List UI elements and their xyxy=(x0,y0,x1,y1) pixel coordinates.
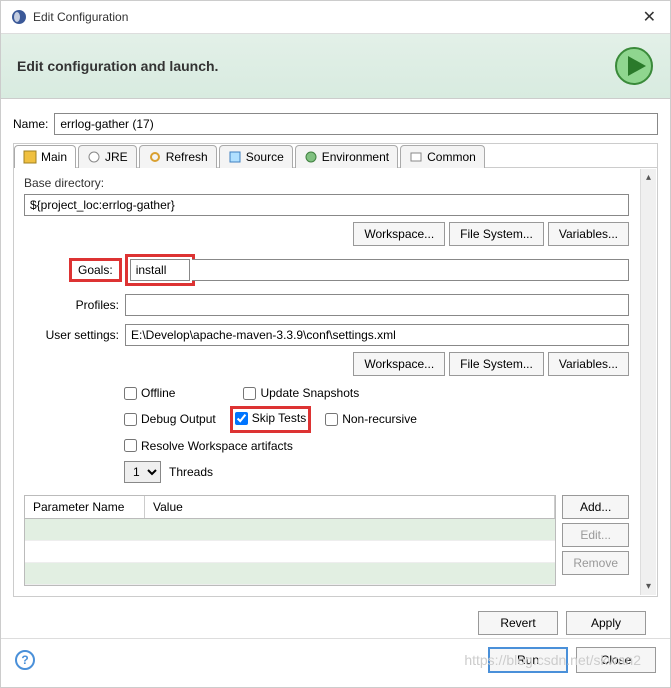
edit-button: Edit... xyxy=(562,523,629,547)
parameters-table: Parameter Name Value xyxy=(24,495,556,586)
page-subtitle: Edit configuration and launch. xyxy=(17,58,614,74)
variables-button-1[interactable]: Variables... xyxy=(548,222,629,246)
workspace-button-2[interactable]: Workspace... xyxy=(353,352,445,376)
table-header-name[interactable]: Parameter Name xyxy=(25,496,145,518)
table-row[interactable] xyxy=(25,541,555,563)
workspace-button-1[interactable]: Workspace... xyxy=(353,222,445,246)
user-settings-label: User settings: xyxy=(24,328,119,342)
tab-source[interactable]: Source xyxy=(219,145,293,168)
name-input[interactable] xyxy=(54,113,658,135)
remove-button: Remove xyxy=(562,551,629,575)
close-button[interactable]: Close xyxy=(576,647,656,673)
tab-environment[interactable]: Environment xyxy=(295,145,398,168)
main-tab-icon xyxy=(23,150,37,164)
profiles-input[interactable] xyxy=(125,294,629,316)
source-tab-icon xyxy=(228,150,242,164)
refresh-tab-icon xyxy=(148,150,162,164)
window-title: Edit Configuration xyxy=(33,10,639,24)
common-tab-icon xyxy=(409,150,423,164)
goals-input-rest[interactable] xyxy=(192,259,629,281)
vertical-scrollbar[interactable]: ▴ ▾ xyxy=(640,169,656,595)
table-row[interactable] xyxy=(25,563,555,585)
tab-refresh[interactable]: Refresh xyxy=(139,145,217,168)
user-settings-input[interactable] xyxy=(125,324,629,346)
name-label: Name: xyxy=(13,117,48,131)
tab-jre[interactable]: JRE xyxy=(78,145,137,168)
variables-button-2[interactable]: Variables... xyxy=(548,352,629,376)
close-icon[interactable]: ✕ xyxy=(639,7,660,27)
threads-select[interactable]: 1 xyxy=(124,461,161,483)
table-header-value[interactable]: Value xyxy=(145,496,555,518)
run-large-icon xyxy=(614,46,654,86)
base-dir-label: Base directory: xyxy=(24,176,647,190)
env-tab-icon xyxy=(304,150,318,164)
revert-button[interactable]: Revert xyxy=(478,611,558,635)
filesystem-button-1[interactable]: File System... xyxy=(449,222,544,246)
jre-tab-icon xyxy=(87,150,101,164)
run-button[interactable]: Run xyxy=(488,647,568,673)
tab-main[interactable]: Main xyxy=(14,145,76,168)
scroll-up-icon[interactable]: ▴ xyxy=(641,169,656,185)
add-button[interactable]: Add... xyxy=(562,495,629,519)
threads-label: Threads xyxy=(169,465,213,479)
base-dir-input[interactable] xyxy=(24,194,629,216)
help-icon[interactable]: ? xyxy=(15,650,35,670)
filesystem-button-2[interactable]: File System... xyxy=(449,352,544,376)
profiles-label: Profiles: xyxy=(24,298,119,312)
tab-strip: Main JRE Refresh Source Environment Comm… xyxy=(14,144,657,168)
resolve-workspace-checkbox[interactable]: Resolve Workspace artifacts xyxy=(124,439,293,453)
non-recursive-checkbox[interactable]: Non-recursive xyxy=(325,412,417,426)
goals-input[interactable] xyxy=(130,259,190,281)
skip-tests-checkbox[interactable]: Skip Tests xyxy=(235,411,306,425)
goals-label: Goals: xyxy=(69,258,122,282)
tab-common[interactable]: Common xyxy=(400,145,485,168)
table-row[interactable] xyxy=(25,519,555,541)
eclipse-icon xyxy=(11,9,27,25)
debug-output-checkbox[interactable]: Debug Output xyxy=(124,412,216,426)
apply-button[interactable]: Apply xyxy=(566,611,646,635)
scroll-down-icon[interactable]: ▾ xyxy=(641,579,656,595)
offline-checkbox[interactable]: Offline xyxy=(124,386,175,400)
update-snapshots-checkbox[interactable]: Update Snapshots xyxy=(243,386,359,400)
